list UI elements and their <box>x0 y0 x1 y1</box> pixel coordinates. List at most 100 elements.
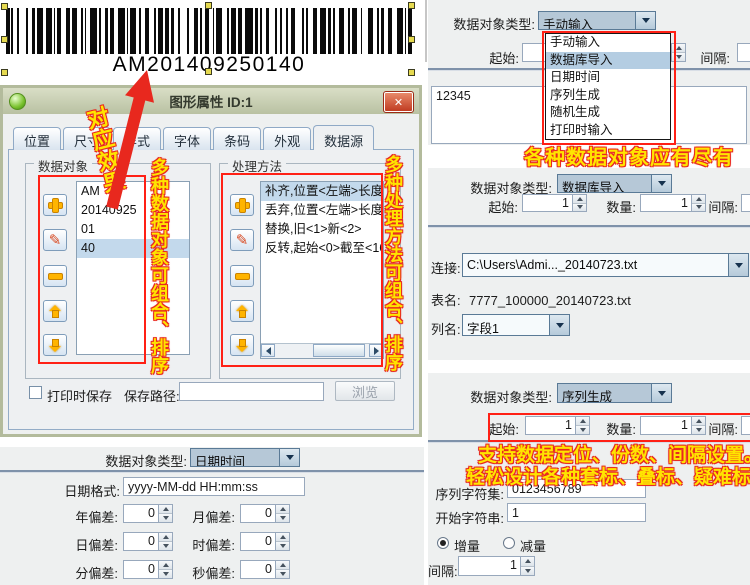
add-data-object-button[interactable] <box>43 194 67 216</box>
selection-handle[interactable] <box>408 2 415 9</box>
move-down-method-button[interactable] <box>230 334 254 356</box>
save-on-print-checkbox[interactable] <box>29 386 42 399</box>
methods-listbox[interactable]: 补齐,位置<左端>长度<丢弃,位置<左端>长度<替换,旧<1>新<2>反转,起始… <box>260 181 384 359</box>
list-item[interactable]: 丢弃,位置<左端>长度< <box>261 201 383 220</box>
spin-up-button[interactable] <box>159 533 172 542</box>
offset-spinner[interactable]: 0 <box>123 532 173 551</box>
column-combo[interactable]: 字段1 <box>462 314 570 336</box>
interval2-spinner[interactable]: 1 <box>458 556 535 576</box>
edit-method-button[interactable]: ✎ <box>230 229 254 251</box>
methods-list[interactable]: 补齐,位置<左端>长度<丢弃,位置<左端>长度<替换,旧<1>新<2>反转,起始… <box>261 182 383 258</box>
decrement-radio[interactable] <box>503 537 515 549</box>
dialog-titlebar[interactable]: 图形属性 ID:1 ✕ <box>3 88 419 114</box>
remove-method-button[interactable] <box>230 265 254 287</box>
spin-up-button[interactable] <box>276 533 289 542</box>
interval-field[interactable] <box>741 194 750 212</box>
horizontal-scrollbar[interactable] <box>261 343 383 358</box>
list-item[interactable]: 数据库导入 <box>546 52 670 70</box>
close-icon: ✕ <box>394 96 403 109</box>
list-item[interactable]: 补齐,位置<左端>长度< <box>261 182 383 201</box>
interval-field[interactable] <box>741 416 750 435</box>
triangle-right-icon <box>374 347 379 355</box>
datetime-type-combo[interactable]: 日期时间 <box>190 448 300 467</box>
chevron-down-icon[interactable] <box>728 254 748 276</box>
list-item[interactable]: 40 <box>77 239 189 258</box>
spin-up-button[interactable] <box>672 44 685 53</box>
list-item[interactable]: 反转,起始<0>截至<16 <box>261 239 383 258</box>
spin-down-button[interactable] <box>276 570 289 578</box>
selection-handle[interactable] <box>1 3 8 10</box>
spin-up-button[interactable] <box>159 561 172 570</box>
spin-down-button[interactable] <box>521 567 534 576</box>
tab-0[interactable]: 位置 <box>13 127 61 150</box>
offset-spinner[interactable]: 0 <box>123 504 173 523</box>
list-item[interactable]: 01 <box>77 220 189 239</box>
close-button[interactable]: ✕ <box>384 92 413 112</box>
datetime-panel: 数据对象类型: 日期时间 日期格式: yyyy-MM-dd HH:mm:ss 年… <box>0 447 424 585</box>
remove-data-object-button[interactable] <box>43 265 67 287</box>
type-dropdown-list[interactable]: 手动输入数据库导入日期时间序列生成随机生成打印时输入 <box>545 33 671 140</box>
tab-4[interactable]: 条码 <box>213 127 261 150</box>
move-up-method-button[interactable] <box>230 300 254 322</box>
tab-3[interactable]: 字体 <box>163 127 211 150</box>
selection-handle[interactable] <box>205 2 212 9</box>
chevron-down-icon[interactable] <box>635 12 655 29</box>
selection-handle[interactable] <box>408 36 415 43</box>
offset-spinner[interactable]: 0 <box>123 560 173 579</box>
sequence-type-combo[interactable]: 序列生成 <box>557 383 672 403</box>
spin-up-button[interactable] <box>276 561 289 570</box>
start-string-field[interactable]: 1 <box>507 503 646 522</box>
chevron-down-icon[interactable] <box>651 384 671 402</box>
spin-up-button[interactable] <box>521 557 534 567</box>
spin-down-button[interactable] <box>159 514 172 522</box>
scrollbar-track[interactable] <box>275 344 369 358</box>
selection-handle[interactable] <box>408 69 415 76</box>
spin-up-button[interactable] <box>276 505 289 514</box>
manual-type-combo[interactable]: 手动输入 <box>538 11 656 30</box>
data-objects-list[interactable]: AM201409250140 <box>76 181 190 355</box>
selection-handle[interactable] <box>1 36 8 43</box>
list-item[interactable]: 随机生成 <box>546 104 670 122</box>
scrollbar-thumb[interactable] <box>313 344 365 357</box>
list-item[interactable]: 序列生成 <box>546 87 670 105</box>
tab-5[interactable]: 外观 <box>263 127 311 150</box>
add-method-button[interactable] <box>230 194 254 216</box>
selection-handle[interactable] <box>1 69 8 76</box>
selection-handle[interactable] <box>205 68 212 75</box>
list-item[interactable]: 替换,旧<1>新<2> <box>261 220 383 239</box>
offset-spinner[interactable]: 0 <box>240 504 290 523</box>
date-format-field[interactable]: yyyy-MM-dd HH:mm:ss <box>123 477 305 496</box>
list-item[interactable]: 手动输入 <box>546 34 670 52</box>
spin-down-button[interactable] <box>159 542 172 550</box>
spin-down-button[interactable] <box>276 514 289 522</box>
interval-field[interactable] <box>737 43 750 62</box>
chevron-down-icon[interactable] <box>549 315 569 335</box>
spin-down-button[interactable] <box>159 570 172 578</box>
list-item[interactable]: 打印时输入 <box>546 122 670 140</box>
offset-spinner[interactable]: 0 <box>240 560 290 579</box>
connection-combo[interactable]: C:\Users\Admi..._20140723.txt <box>462 253 749 277</box>
browse-button[interactable]: 浏览 <box>335 381 395 401</box>
list-item[interactable]: 日期时间 <box>546 69 670 87</box>
database-type-combo[interactable]: 数据库导入 <box>557 174 672 193</box>
count-spinner[interactable]: 1 <box>640 194 706 212</box>
move-down-data-object-button[interactable] <box>43 334 67 356</box>
edit-data-object-button[interactable]: ✎ <box>43 229 67 251</box>
barcode-image[interactable] <box>6 8 412 54</box>
move-up-data-object-button[interactable] <box>43 300 67 322</box>
save-path-field[interactable] <box>179 382 324 401</box>
chevron-down-icon[interactable] <box>651 175 671 192</box>
scroll-left-button[interactable] <box>261 344 275 357</box>
tab-6[interactable]: 数据源 <box>313 125 374 150</box>
spin-up-button[interactable] <box>159 505 172 514</box>
list-item[interactable]: AM <box>77 182 189 201</box>
count-spinner[interactable]: 1 <box>640 416 706 435</box>
increment-radio[interactable] <box>437 537 449 549</box>
spin-down-button[interactable] <box>672 53 685 61</box>
spin-down-button[interactable] <box>276 542 289 550</box>
list-item[interactable]: 20140925 <box>77 201 189 220</box>
chevron-down-icon[interactable] <box>279 449 299 466</box>
offset-spinner[interactable]: 0 <box>240 532 290 551</box>
data-objects-caption: 数据对象 <box>34 156 92 175</box>
tab-2[interactable]: 样式 <box>113 127 161 150</box>
